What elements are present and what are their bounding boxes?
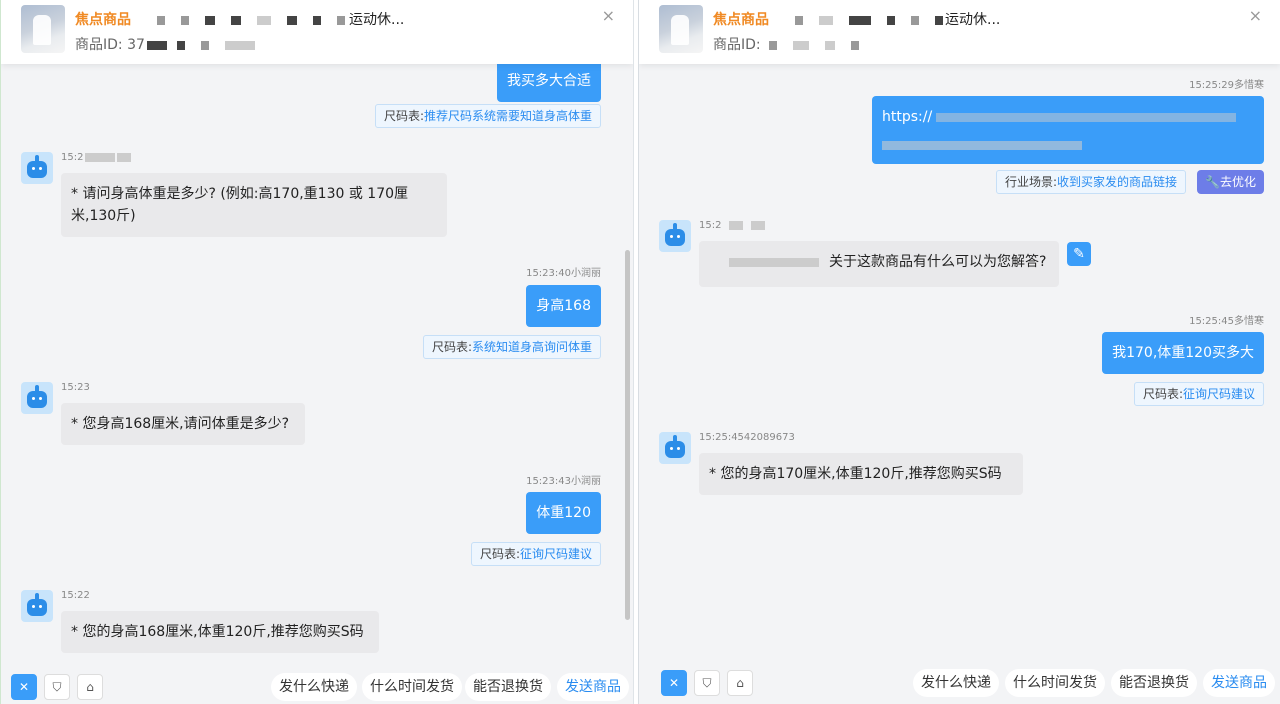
scrollbar[interactable]	[625, 250, 630, 620]
message-time: 15:2	[699, 220, 766, 231]
product-header: 焦点商品 运动休... 商品ID: ×	[639, 0, 1280, 64]
size-chart-tag: 尺码表:系统知道身高询问体重	[422, 335, 601, 359]
shield-icon[interactable]: ⛉	[44, 674, 70, 700]
bot-avatar	[21, 382, 53, 414]
footer-toolbar: ✕ ⛉ ⌂ 发什么快递 什么时间发货 能否退换货 发送商品	[1, 656, 633, 704]
user-message: 我买多大合适	[497, 64, 601, 102]
quick-reply-shipping-carrier[interactable]: 发什么快递	[913, 669, 999, 697]
bot-message: * 您的身高170厘米,体重120斤,推荐您购买S码	[699, 453, 1023, 495]
message-time: 15:25:29多惜寒	[1189, 80, 1264, 91]
quick-reply-shipping-carrier[interactable]: 发什么快递	[271, 673, 357, 701]
bot-message: * 您身高168厘米,请问体重是多少?	[61, 403, 305, 445]
close-icon[interactable]: ×	[1249, 6, 1262, 25]
product-tag: 焦点商品	[713, 12, 769, 28]
user-message: 我170,体重120买多大	[1102, 332, 1264, 374]
chat-panel-left: 焦点商品 运动休... 商品ID: 37 × 我买多大合适 尺码表:推荐尺码系统…	[0, 0, 634, 704]
quick-reply-returns[interactable]: 能否退换货	[1111, 669, 1197, 697]
bot-avatar	[21, 590, 53, 622]
bot-avatar	[659, 432, 691, 464]
size-chart-tag: 尺码表:征询尺码建议	[470, 542, 601, 566]
message-time: 15:25:4542089673	[699, 432, 795, 443]
bot-avatar	[659, 220, 691, 252]
size-chart-link[interactable]: 推荐尺码系统需要知道身高体重	[424, 109, 592, 123]
product-header: 焦点商品 运动休... 商品ID: 37 ×	[1, 0, 633, 64]
product-thumbnail[interactable]	[21, 5, 65, 53]
quick-reply-ship-time[interactable]: 什么时间发货	[1005, 669, 1105, 697]
product-name[interactable]: 运动休...	[149, 9, 404, 29]
size-chart-tag: 尺码表:征询尺码建议	[1133, 382, 1264, 406]
size-chart-tag: 尺码表:推荐尺码系统需要知道身高体重	[374, 104, 601, 128]
url-message: https://	[872, 96, 1264, 164]
product-id: 商品ID: 37	[75, 34, 263, 54]
bot-avatar	[21, 152, 53, 184]
bot-message: * 您的身高168厘米,体重120斤,推荐您购买S码	[61, 611, 379, 653]
size-chart-link[interactable]: 征询尺码建议	[1183, 387, 1255, 401]
close-icon[interactable]: ×	[602, 6, 615, 25]
message-time: 15:2	[61, 152, 132, 163]
package-icon[interactable]: ⌂	[77, 674, 103, 700]
user-message: 体重120	[526, 492, 601, 534]
quick-reply-returns[interactable]: 能否退换货	[465, 673, 551, 701]
bot-message: * 请问身高体重是多少? (例如:高170,重130 或 170厘 米,130斤…	[61, 173, 447, 237]
product-thumbnail[interactable]	[659, 5, 703, 53]
close-icon[interactable]: ✕	[11, 674, 37, 700]
message-list: 我买多大合适 尺码表:推荐尺码系统需要知道身高体重 15:2 * 请问身高体重是…	[1, 64, 633, 656]
message-time: 15:25:45多惜寒	[1189, 316, 1264, 327]
product-name[interactable]: 运动休...	[787, 9, 1000, 29]
product-tag: 焦点商品	[75, 12, 131, 28]
close-icon[interactable]: ✕	[661, 670, 687, 696]
bot-message: 关于这款商品有什么可以为您解答?	[699, 241, 1059, 287]
message-time: 15:23:40小润丽	[526, 268, 601, 279]
send-product-button[interactable]: 发送商品	[1203, 669, 1275, 697]
product-id: 商品ID:	[713, 34, 867, 54]
message-list: 15:25:29多惜寒 https:// 行业场景:收到买家发的商品链接 🔧去优…	[639, 64, 1280, 656]
footer-toolbar: ✕ ⛉ ⌂ 发什么快递 什么时间发货 能否退换货 发送商品	[639, 656, 1280, 704]
scene-tag: 行业场景:收到买家发的商品链接	[995, 170, 1186, 194]
send-product-button[interactable]: 发送商品	[557, 673, 629, 701]
shield-icon[interactable]: ⛉	[694, 670, 720, 696]
scene-link[interactable]: 收到买家发的商品链接	[1057, 175, 1177, 189]
quick-reply-ship-time[interactable]: 什么时间发货	[362, 673, 462, 701]
message-time: 15:23	[61, 382, 90, 393]
optimize-button[interactable]: 🔧去优化	[1197, 170, 1264, 194]
edit-icon[interactable]: ✎	[1067, 242, 1091, 266]
package-icon[interactable]: ⌂	[727, 670, 753, 696]
message-time: 15:22	[61, 590, 90, 601]
chat-panel-right: 焦点商品 运动休... 商品ID: × 15:25:29多惜寒 https://…	[638, 0, 1280, 704]
size-chart-link[interactable]: 系统知道身高询问体重	[472, 340, 592, 354]
user-message: 身高168	[526, 285, 601, 327]
message-time: 15:23:43小润丽	[526, 476, 601, 487]
size-chart-link[interactable]: 征询尺码建议	[520, 547, 592, 561]
